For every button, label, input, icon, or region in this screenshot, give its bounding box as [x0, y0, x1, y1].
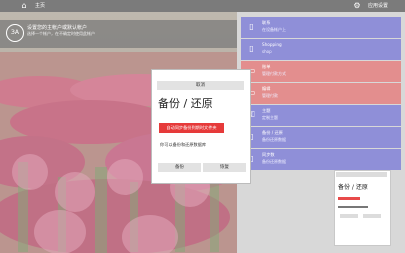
tile-title: 主题 — [262, 108, 271, 113]
backup-button[interactable]: 备份 — [158, 163, 201, 172]
tile-backup[interactable]: ▯ 备份 / 还原 备份还原数据 — [241, 127, 401, 148]
tile-shopping[interactable]: ▯ Shopping shop — [241, 39, 401, 60]
tile-title: 备份 / 还原 — [262, 130, 283, 135]
tile-subtitle: 备份还原数据 — [262, 137, 286, 142]
tile-subtitle: 管理付款方式 — [262, 71, 286, 76]
mini-preview-red — [338, 197, 360, 200]
home-icon[interactable]: ⌂ — [19, 1, 29, 11]
tile-title: 联系 — [262, 20, 271, 25]
tile-title: 账单 — [262, 64, 271, 69]
dialog-title: 备份 / 还原 — [158, 97, 213, 110]
auto-sync-button[interactable]: 自动同步备份到期时文件夹 — [159, 123, 224, 133]
mini-preview-bar — [336, 172, 387, 177]
cancel-button[interactable]: 取消 — [157, 81, 244, 90]
tile-edit[interactable]: ▭ 编辑 管理付款 — [241, 83, 401, 104]
title-bar — [0, 0, 405, 12]
gear-icon[interactable]: ⚙ — [352, 1, 362, 11]
tile-sync[interactable]: ▯ 同步数 备份还原数据 — [241, 149, 401, 170]
tile-contacts[interactable]: ▯ 联系 在设备帐户上 — [241, 17, 401, 38]
tile-subtitle: 在设备帐户上 — [262, 27, 286, 32]
tile-subtitle: 备份还原数据 — [262, 159, 286, 164]
phone-icon: ▯ — [249, 44, 254, 53]
home-label[interactable]: 主页 — [35, 1, 45, 11]
mini-preview-line — [338, 206, 368, 208]
dialog-description: 你可以备份和还原数据库 — [160, 142, 207, 147]
account-icon[interactable]: ЗA — [6, 24, 24, 42]
tile-subtitle: 管理付款 — [262, 93, 278, 98]
account-subtitle: 选择一个帐户，在不确定时使用此帐户 — [27, 31, 95, 36]
tile-title: 同步数 — [262, 152, 275, 157]
tile-theme[interactable]: ⚿ 主题 定制主题 — [241, 105, 401, 126]
restore-button[interactable]: 恢复 — [203, 163, 246, 172]
tile-title: Shopping — [262, 42, 282, 47]
tile-subtitle: 定制主题 — [262, 115, 278, 120]
account-title: 设置您的主帐户或默认帐户 — [27, 25, 88, 31]
phone-icon: ▯ — [249, 22, 254, 31]
mini-preview-button — [340, 214, 358, 218]
settings-label[interactable]: 应用设置 — [368, 1, 388, 11]
tile-billing[interactable]: ▭ 账单 管理付款方式 — [241, 61, 401, 82]
tile-subtitle: shop — [262, 49, 272, 54]
mini-preview-button — [363, 214, 381, 218]
mini-preview-title: 备份 / 还原 — [338, 184, 368, 191]
tile-title: 编辑 — [262, 86, 271, 91]
